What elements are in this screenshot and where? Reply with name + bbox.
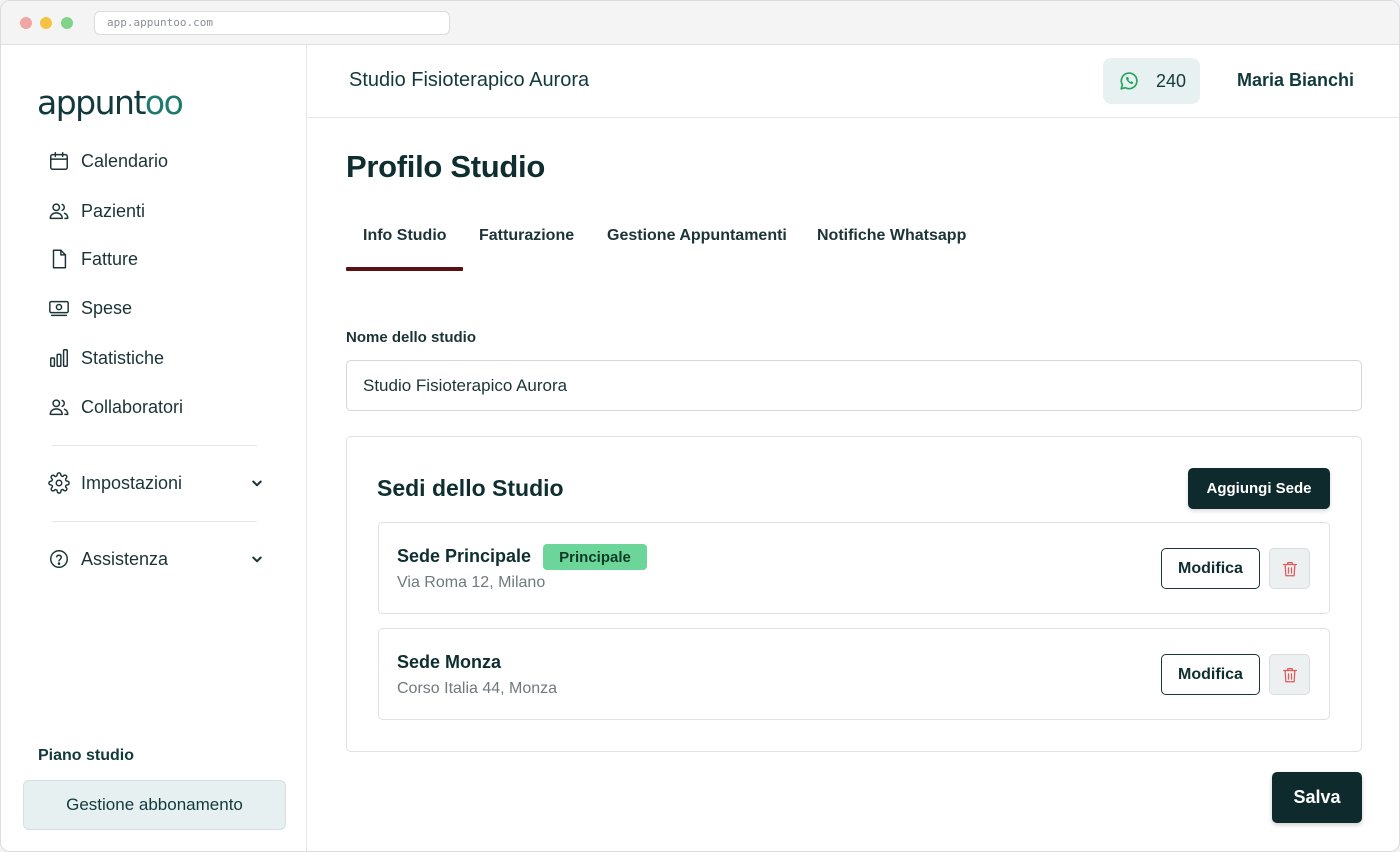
primary-location-badge: Principale bbox=[543, 544, 647, 570]
sidebar-item-assistenza[interactable]: Assistenza bbox=[48, 544, 278, 574]
trash-icon bbox=[1282, 667, 1297, 682]
tab-info-studio[interactable]: Info Studio bbox=[363, 227, 447, 271]
sidebar-item-label: Statistiche bbox=[81, 347, 165, 368]
tab-fatturazione[interactable]: Fatturazione bbox=[479, 227, 574, 271]
sidebar-item-label: Fatture bbox=[81, 248, 139, 269]
sidebar-item-collaboratori[interactable]: Collaboratori bbox=[48, 392, 278, 422]
sidebar-item-impostazioni[interactable]: Impostazioni bbox=[48, 468, 278, 498]
sidebar-item-label: Collaboratori bbox=[81, 396, 184, 417]
sidebar-item-label: Pazienti bbox=[81, 200, 146, 221]
chevron-down-icon[interactable] bbox=[248, 474, 266, 492]
location-address: Corso Italia 44, Monza bbox=[397, 680, 558, 697]
plan-label: Piano studio bbox=[38, 747, 134, 764]
app-window: app.appuntoo.com appuntoo Calendario Paz… bbox=[0, 0, 1400, 852]
maximize-window-button[interactable] bbox=[61, 17, 73, 29]
studio-name-input[interactable] bbox=[346, 360, 1362, 411]
gear-icon bbox=[48, 472, 70, 494]
sidebar-item-calendario[interactable]: Calendario bbox=[48, 146, 278, 176]
calendar-icon bbox=[50, 152, 68, 170]
manage-subscription-button[interactable]: Gestione abbonamento bbox=[23, 780, 286, 830]
sidebar-item-label: Assistenza bbox=[81, 548, 169, 569]
sidebar-item-pazienti[interactable]: Pazienti bbox=[48, 196, 278, 226]
banknote-icon bbox=[49, 300, 69, 317]
locations-title: Sedi dello Studio bbox=[377, 475, 564, 501]
top-header: Studio Fisioterapico Aurora 240 Maria Bi… bbox=[308, 45, 1399, 118]
location-name: Sede Monza bbox=[397, 652, 502, 672]
sidebar-item-label: Calendario bbox=[81, 150, 169, 171]
tab-gestione-appuntamenti[interactable]: Gestione Appuntamenti bbox=[607, 227, 787, 271]
whatsapp-icon bbox=[1120, 72, 1138, 90]
browser-titlebar: app.appuntoo.com bbox=[1, 1, 1399, 45]
user-menu[interactable]: Maria Bianchi bbox=[1237, 70, 1354, 91]
whatsapp-credits-badge[interactable]: 240 bbox=[1103, 58, 1200, 104]
users-icon bbox=[49, 399, 69, 416]
sidebar-item-label: Spese bbox=[81, 297, 133, 318]
close-window-button[interactable] bbox=[20, 17, 32, 29]
chevron-down-icon[interactable] bbox=[248, 550, 266, 568]
location-name: Sede Principale bbox=[397, 546, 532, 566]
appuntoo-logo[interactable]: appuntoo bbox=[37, 83, 184, 122]
delete-location-button[interactable] bbox=[1269, 548, 1310, 589]
trash-icon bbox=[1282, 561, 1297, 576]
tab-notifiche-whatsapp[interactable]: Notifiche Whatsapp bbox=[817, 227, 966, 271]
page-title: Profilo Studio bbox=[346, 149, 545, 184]
delete-location-button[interactable] bbox=[1269, 654, 1310, 695]
edit-location-button[interactable]: Modifica bbox=[1161, 654, 1260, 695]
sidebar-item-spese[interactable]: Spese bbox=[48, 293, 278, 323]
sidebar-divider bbox=[52, 445, 257, 446]
sidebar-item-fatture[interactable]: Fatture bbox=[48, 244, 278, 274]
sidebar-divider bbox=[52, 521, 257, 522]
whatsapp-credits-count: 240 bbox=[1156, 70, 1187, 91]
edit-location-button[interactable]: Modifica bbox=[1161, 548, 1260, 589]
location-address: Via Roma 12, Milano bbox=[397, 574, 546, 591]
sidebar-item-statistiche[interactable]: Statistiche bbox=[48, 343, 278, 373]
add-location-button[interactable]: Aggiungi Sede bbox=[1188, 468, 1330, 509]
location-row: Sede Principale Principale Via Roma 12, … bbox=[378, 522, 1330, 614]
file-icon bbox=[52, 249, 67, 269]
sidebar-item-label: Impostazioni bbox=[81, 472, 183, 493]
bar-chart-icon bbox=[50, 349, 68, 367]
help-circle-icon bbox=[50, 550, 68, 568]
address-bar[interactable]: app.appuntoo.com bbox=[94, 11, 450, 35]
header-studio-name: Studio Fisioterapico Aurora bbox=[349, 69, 590, 91]
save-button[interactable]: Salva bbox=[1272, 772, 1362, 823]
active-tab-indicator bbox=[346, 267, 463, 271]
minimize-window-button[interactable] bbox=[40, 17, 52, 29]
studio-name-label: Nome dello studio bbox=[346, 329, 477, 346]
location-row: Sede Monza Corso Italia 44, Monza Modifi… bbox=[378, 628, 1330, 720]
users-icon bbox=[49, 203, 69, 220]
